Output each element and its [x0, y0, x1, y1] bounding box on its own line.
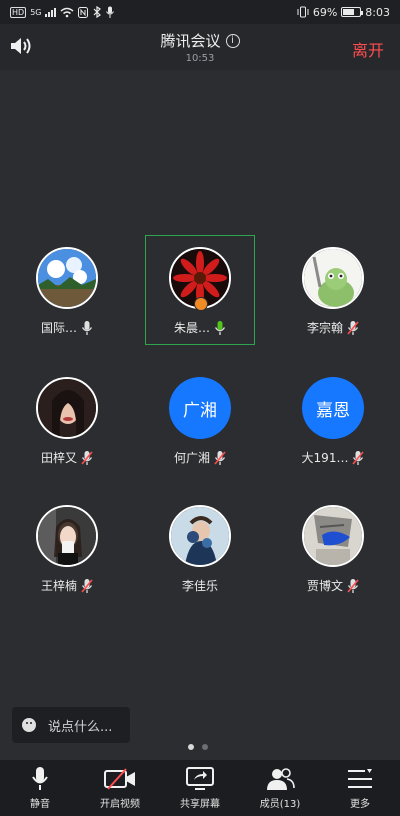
- nfc-icon: [78, 6, 89, 18]
- avatar: [302, 505, 364, 567]
- microphone-muted-icon: [347, 320, 359, 335]
- page-dot-active: [188, 744, 194, 750]
- status-bar: HD 5G 69% 8:03: [0, 0, 400, 24]
- mute-button[interactable]: 静音: [0, 766, 80, 810]
- participant-name: 何广湘: [173, 451, 210, 465]
- clock: 8:03: [365, 5, 390, 19]
- wifi-icon: [61, 7, 74, 17]
- avatar: [302, 247, 364, 309]
- speaker-icon: [11, 38, 31, 54]
- share-screen-button[interactable]: 共享屏幕: [160, 766, 240, 810]
- participant-tile[interactable]: 王梓楠: [12, 494, 122, 604]
- microphone-status-icon: [106, 6, 115, 18]
- speaker-toggle-button[interactable]: [10, 36, 36, 58]
- start-video-button[interactable]: 开启视频: [80, 766, 160, 810]
- participant-tile[interactable]: 田梓又: [12, 366, 122, 476]
- avatar: [36, 505, 98, 567]
- leave-button[interactable]: 离开: [352, 37, 384, 61]
- host-badge-icon: [194, 297, 208, 311]
- participant-name: 朱晨…: [173, 321, 210, 335]
- participant-tile[interactable]: 李佳乐: [145, 494, 255, 604]
- more-menu-icon: [348, 769, 372, 788]
- video-off-icon: [104, 768, 135, 790]
- avatar: [36, 377, 98, 439]
- more-button[interactable]: 更多: [320, 766, 400, 810]
- microphone-muted-icon: [214, 450, 226, 465]
- participant-tile[interactable]: 广湘 何广湘: [145, 366, 255, 476]
- microphone-muted-icon: [352, 450, 365, 465]
- microphone-speaking-icon: [214, 320, 226, 335]
- microphone-muted-icon: [81, 450, 93, 465]
- participant-name: 李佳乐: [181, 579, 218, 593]
- meeting-header: 腾讯会议 i 10:53 离开: [0, 24, 400, 70]
- battery-percent: 69%: [312, 5, 338, 19]
- participant-tile[interactable]: 贾博文: [278, 494, 388, 604]
- chat-placeholder: 说点什么...: [48, 719, 113, 735]
- participant-tile-active[interactable]: 朱晨…: [145, 235, 255, 345]
- start-video-label: 开启视频: [100, 799, 140, 810]
- bottom-toolbar: 静音 开启视频 共享屏幕 成员(13) 更多: [0, 760, 400, 816]
- bluetooth-icon: [94, 6, 102, 18]
- battery-icon: [341, 7, 364, 17]
- mute-label: 静音: [30, 799, 50, 810]
- participant-name: 国际…: [40, 321, 77, 335]
- avatar: [169, 247, 231, 311]
- avatar: [36, 247, 98, 309]
- vibrate-icon: [297, 6, 309, 18]
- avatar: 嘉恩: [302, 377, 364, 439]
- signal-icon: [45, 7, 57, 17]
- share-screen-icon: [186, 767, 214, 790]
- participant-name: 贾博文: [306, 579, 343, 593]
- participant-name: 王梓楠: [40, 579, 77, 593]
- participant-tile[interactable]: 李宗翰: [278, 236, 388, 346]
- participant-name: 李宗翰: [306, 321, 343, 335]
- participant-name: 田梓又: [40, 451, 77, 465]
- members-button[interactable]: 成员(13): [240, 766, 320, 810]
- participant-tile[interactable]: 国际…: [12, 236, 122, 346]
- page-dot: [202, 744, 208, 750]
- members-label: 成员(13): [259, 799, 301, 810]
- page-indicator: [188, 744, 208, 750]
- avatar: [169, 505, 231, 567]
- more-label: 更多: [350, 799, 370, 810]
- chat-input[interactable]: 说点什么...: [12, 707, 130, 743]
- participant-tile[interactable]: 嘉恩 大191…: [278, 366, 388, 476]
- microphone-muted-icon: [347, 578, 359, 593]
- meeting-title: 腾讯会议: [160, 32, 221, 50]
- microphone-muted-icon: [81, 578, 93, 593]
- meeting-duration: 10:53: [185, 53, 215, 64]
- members-icon: [267, 768, 295, 790]
- info-icon[interactable]: i: [225, 33, 240, 48]
- emoji-icon[interactable]: [22, 718, 36, 732]
- hd-indicator: HD: [10, 6, 27, 18]
- microphone-icon: [32, 767, 48, 790]
- share-screen-label: 共享屏幕: [180, 799, 220, 810]
- network-type: 5G: [30, 7, 42, 17]
- avatar: 广湘: [169, 377, 231, 439]
- microphone-icon: [81, 320, 93, 335]
- participant-name: 大191…: [301, 451, 349, 465]
